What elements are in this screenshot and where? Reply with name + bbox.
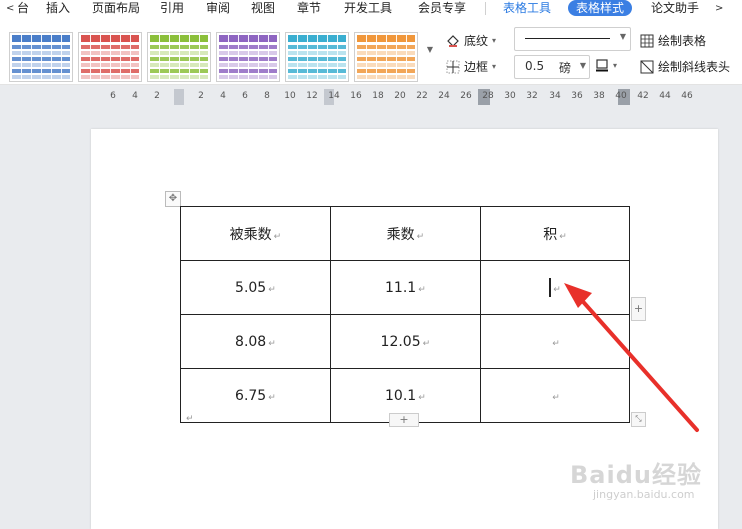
annotation-arrow: [564, 283, 699, 432]
baidu-watermark-url: jingyan.baidu.com: [593, 488, 695, 501]
baidu-watermark: Baidu经验: [570, 461, 702, 489]
